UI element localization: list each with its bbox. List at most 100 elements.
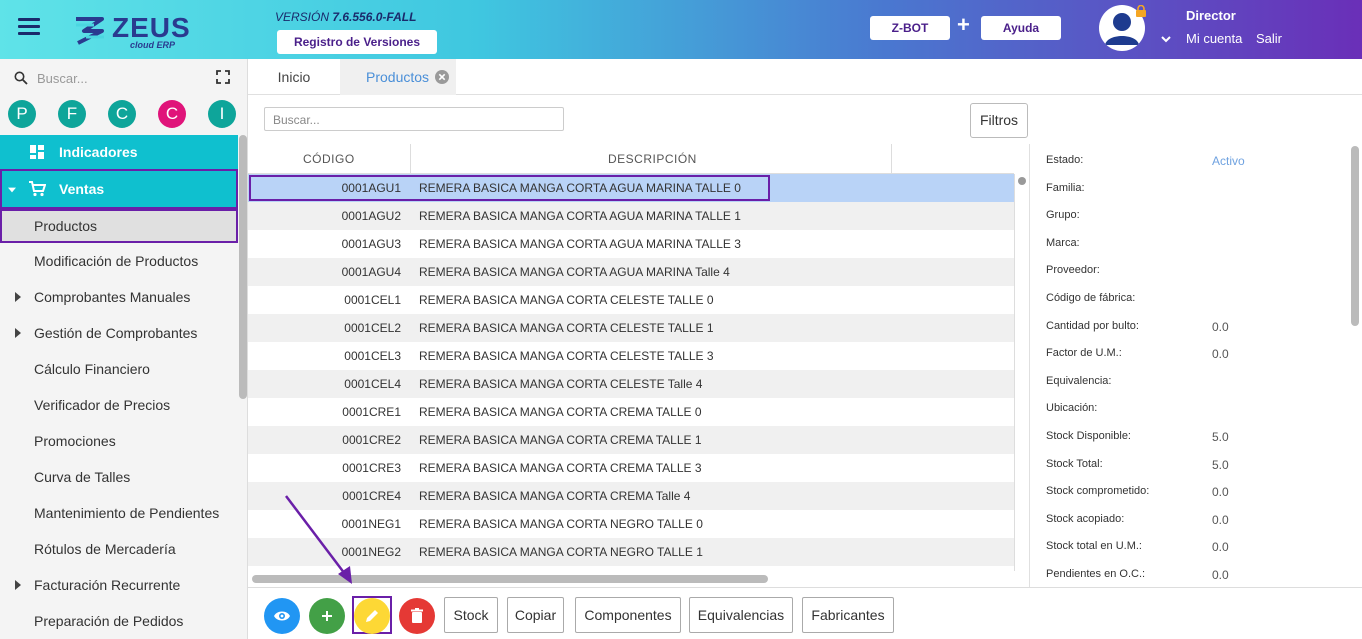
table-row[interactable]: 0001CRE3 REMERA BASICA MANGA CORTA CREMA … — [248, 454, 1014, 482]
sidebar-item-curva-talles[interactable]: Curva de Talles — [0, 459, 238, 495]
column-header-code[interactable]: CÓDIGO — [303, 152, 355, 166]
sidebar-item-ventas[interactable]: Ventas — [0, 169, 238, 209]
quick-access-p[interactable]: P — [8, 100, 36, 128]
table-row[interactable]: 0001NEG1 REMERA BASICA MANGA CORTA NEGRO … — [248, 510, 1014, 538]
view-button[interactable] — [264, 598, 300, 634]
detail-label: Equivalencia: — [1046, 374, 1112, 387]
fullscreen-icon[interactable] — [216, 70, 230, 84]
edit-button[interactable] — [354, 598, 390, 634]
delete-button[interactable] — [399, 598, 435, 634]
table-row[interactable]: 0001CEL2 REMERA BASICA MANGA CORTA CELEST… — [248, 314, 1014, 342]
my-account-link[interactable]: Mi cuenta — [1186, 31, 1242, 46]
chevron-down-icon[interactable] — [1160, 33, 1172, 45]
cell-code: 0001AGU2 — [341, 209, 401, 223]
detail-scrollbar[interactable] — [1351, 146, 1359, 326]
sidebar-item-promociones[interactable]: Promociones — [0, 423, 238, 459]
table-row[interactable]: 0001CRE2 REMERA BASICA MANGA CORTA CREMA … — [248, 426, 1014, 454]
version-label: VERSIÓN — [275, 10, 330, 24]
cart-icon — [29, 181, 46, 197]
table-vertical-scrollbar[interactable] — [1014, 174, 1028, 571]
table-row[interactable]: 0001CRE1 REMERA BASICA MANGA CORTA CREMA … — [248, 398, 1014, 426]
cell-code: 0001AGU4 — [341, 265, 401, 279]
quick-access-f[interactable]: F — [58, 100, 86, 128]
detail-label: Stock acopiado: — [1046, 512, 1125, 525]
sidebar-item-calculo-financiero[interactable]: Cálculo Financiero — [0, 351, 238, 387]
detail-value: 5.0 — [1212, 430, 1229, 444]
sidebar-item-mantenimiento-pendientes[interactable]: Mantenimiento de Pendientes — [0, 495, 238, 531]
detail-label: Cantidad por bulto: — [1046, 319, 1139, 332]
cell-description: REMERA BASICA MANGA CORTA CREMA Talle 4 — [419, 489, 691, 503]
detail-value: 0.0 — [1212, 319, 1229, 334]
plus-icon[interactable]: + — [957, 12, 970, 38]
cell-code: 0001CRE2 — [342, 433, 401, 447]
table-row[interactable]: 0001NEG2 REMERA BASICA MANGA CORTA NEGRO … — [248, 538, 1014, 566]
copy-button[interactable]: Copiar — [507, 597, 564, 633]
hamburger-menu-icon[interactable] — [18, 18, 40, 36]
logout-link[interactable]: Salir — [1256, 31, 1282, 46]
table-row[interactable]: 0001CEL4 REMERA BASICA MANGA CORTA CELEST… — [248, 370, 1014, 398]
detail-label: Ubicación: — [1046, 402, 1098, 415]
detail-label: Código de fábrica: — [1046, 292, 1136, 304]
detail-value: 0.0 — [1212, 512, 1229, 527]
sidebar-item-label: Rótulos de Mercadería — [34, 541, 176, 557]
sidebar-item-facturacion-recurrente[interactable]: Facturación Recurrente — [0, 567, 238, 603]
close-tab-icon[interactable] — [435, 70, 449, 84]
equivalences-button[interactable]: Equivalencias — [689, 597, 793, 633]
manufacturers-button[interactable]: Fabricantes — [802, 597, 894, 633]
table-row[interactable]: 0001AGU3 REMERA BASICA MANGA CORTA AGUA M… — [248, 230, 1014, 258]
sidebar-item-preparacion-pedidos[interactable]: Preparación de Pedidos — [0, 603, 238, 639]
release-notes-button[interactable]: Registro de Versiones — [277, 30, 437, 54]
product-search-input[interactable]: Buscar... — [264, 107, 564, 131]
zeus-logo[interactable]: ZEUS cloud ERP — [72, 12, 202, 52]
plus-icon — [322, 611, 332, 621]
table-row[interactable]: 0001CRE4 REMERA BASICA MANGA CORTA CREMA … — [248, 482, 1014, 510]
table-row[interactable]: 0001AGU4 REMERA BASICA MANGA CORTA AGUA M… — [248, 258, 1014, 286]
cell-code: 0001CRE1 — [342, 405, 401, 419]
detail-label: Stock Total: — [1046, 457, 1103, 470]
detail-label: Familia: — [1046, 181, 1085, 194]
sidebar-item-modificacion-productos[interactable]: Modificación de Productos — [0, 243, 238, 279]
column-header-description[interactable]: DESCRIPCIÓN — [608, 152, 697, 166]
filters-button[interactable]: Filtros — [970, 103, 1028, 138]
action-bar: Stock Copiar Componentes Equivalencias F… — [248, 587, 1362, 639]
cell-description: REMERA BASICA MANGA CORTA CELESTE TALLE … — [419, 321, 714, 335]
quick-access-c[interactable]: C — [108, 100, 136, 128]
sidebar-item-productos[interactable]: Productos — [0, 209, 238, 243]
sidebar-item-label: Preparación de Pedidos — [34, 613, 184, 629]
components-button[interactable]: Componentes — [575, 597, 681, 633]
sidebar-item-indicadores[interactable]: Indicadores — [0, 135, 238, 169]
detail-label: Marca: — [1046, 236, 1080, 249]
sidebar-menu: Indicadores Ventas Productos Modificació… — [0, 135, 238, 639]
cell-description: REMERA BASICA MANGA CORTA NEGRO TALLE 0 — [419, 517, 703, 531]
table-row[interactable]: 0001CEL3 REMERA BASICA MANGA CORTA CELEST… — [248, 342, 1014, 370]
caret-down-icon — [8, 187, 16, 193]
sidebar-item-verificador-precios[interactable]: Verificador de Precios — [0, 387, 238, 423]
tab-inicio[interactable]: Inicio — [248, 59, 340, 95]
quick-access-i[interactable]: I — [208, 100, 236, 128]
tab-bar: Inicio Productos — [248, 59, 1362, 95]
sidebar-item-rotulos-mercaderia[interactable]: Rótulos de Mercadería — [0, 531, 238, 567]
sidebar-search[interactable]: Buscar... — [14, 69, 234, 89]
table-horizontal-scrollbar[interactable] — [252, 575, 768, 583]
table-row[interactable]: 0001AGU2 REMERA BASICA MANGA CORTA AGUA M… — [248, 202, 1014, 230]
sidebar-item-label: Facturación Recurrente — [34, 577, 181, 593]
product-search-placeholder: Buscar... — [273, 113, 320, 127]
table-row[interactable]: 0001AGU1 REMERA BASICA MANGA CORTA AGUA M… — [248, 174, 1014, 202]
add-button[interactable] — [309, 598, 345, 634]
tab-productos[interactable]: Productos — [340, 59, 456, 95]
products-table: CÓDIGO DESCRIPCIÓN 0001AGU1 REMERA BASICA… — [248, 144, 1028, 587]
sidebar-scrollbar[interactable] — [239, 135, 247, 399]
help-button[interactable]: Ayuda — [981, 16, 1061, 40]
sidebar-item-comprobantes-manuales[interactable]: Comprobantes Manuales — [0, 279, 238, 315]
zeus-logo-mark — [76, 17, 104, 45]
table-row[interactable]: 0001CEL1 REMERA BASICA MANGA CORTA CELEST… — [248, 286, 1014, 314]
cell-description: REMERA BASICA MANGA CORTA CELESTE TALLE … — [419, 349, 714, 363]
sidebar-item-label: Comprobantes Manuales — [34, 289, 191, 305]
sidebar-item-gestion-comprobantes[interactable]: Gestión de Comprobantes — [0, 315, 238, 351]
cell-code: 0001CEL4 — [344, 377, 401, 391]
detail-value: 5.0 — [1212, 457, 1229, 472]
quick-access-c-pink[interactable]: C — [158, 100, 186, 128]
stock-button[interactable]: Stock — [444, 597, 498, 633]
sidebar-item-label: Promociones — [34, 433, 116, 449]
zbot-button[interactable]: Z-BOT — [870, 16, 950, 40]
